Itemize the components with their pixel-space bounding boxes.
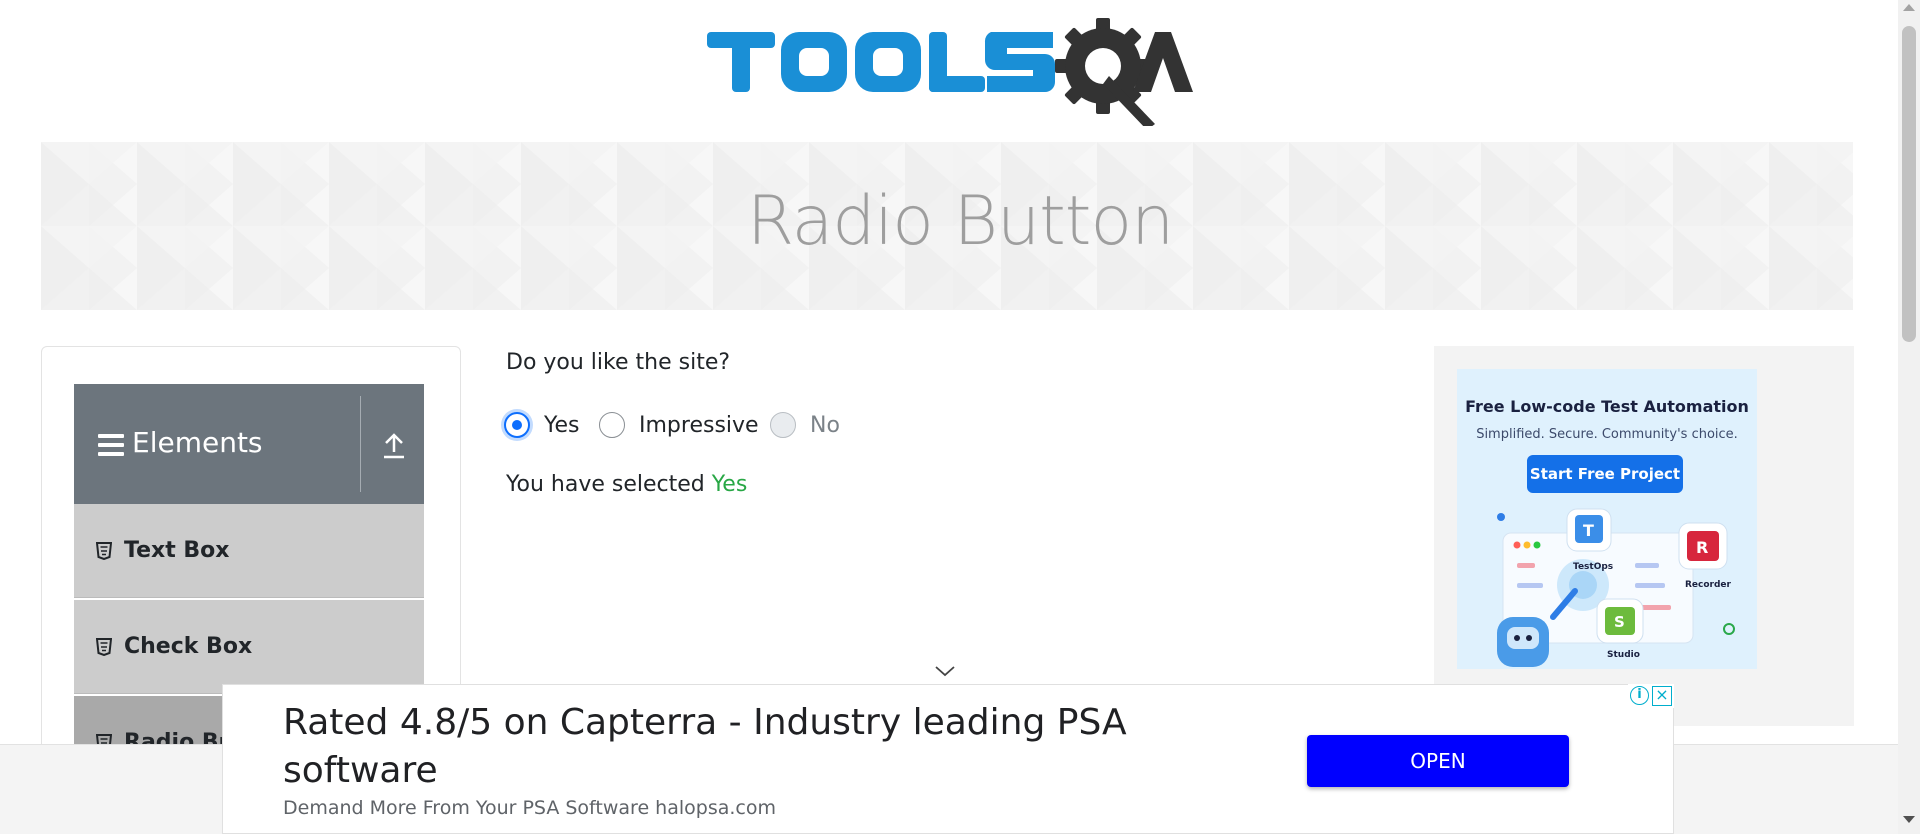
html5-icon <box>96 638 112 656</box>
bottom-ad[interactable]: Rated 4.8/5 on Capterra - Industry leadi… <box>222 684 1674 834</box>
header-divider <box>360 396 361 492</box>
collapse-up-icon[interactable] <box>382 432 406 460</box>
open-button[interactable]: OPEN <box>1307 735 1569 787</box>
ad-close-icon[interactable]: × <box>1652 686 1672 706</box>
side-ad-title: Free Low-code Test Automation <box>1465 397 1749 416</box>
result-value: Yes <box>711 472 748 497</box>
svg-text:T: T <box>1583 521 1594 540</box>
radio-yes-control[interactable] <box>504 412 530 438</box>
selection-result: You have selected Yes <box>506 472 747 497</box>
side-ad-subtitle: Simplified. Secure. Community's choice. <box>1476 427 1738 442</box>
sidebar-item-text-box[interactable]: Text Box <box>74 504 424 598</box>
testops-label: TestOps <box>1573 562 1614 572</box>
recorder-label: Recorder <box>1685 580 1731 590</box>
bottom-ad-headline[interactable]: Rated 4.8/5 on Capterra - Industry leadi… <box>283 699 1183 795</box>
svg-text:R: R <box>1696 538 1708 557</box>
sidebar-group-title: Elements <box>132 426 263 459</box>
sidebar-item-label: Check Box <box>124 634 253 659</box>
radio-impressive[interactable]: Impressive <box>599 411 759 439</box>
sidebar-group-elements[interactable]: Elements <box>74 384 424 504</box>
ad-choices[interactable]: i × <box>1628 684 1674 708</box>
radio-no: No <box>770 411 840 439</box>
page-title: Radio Button <box>746 182 1174 261</box>
scroll-thumb[interactable] <box>1902 26 1916 342</box>
ad-info-icon[interactable]: i <box>1630 686 1649 705</box>
radio-question: Do you like the site? <box>506 350 731 375</box>
side-ad[interactable]: Free Low-code Test Automation Simplified… <box>1457 369 1757 669</box>
hamburger-icon <box>98 434 124 456</box>
studio-label: Studio <box>1607 650 1640 660</box>
toolsqa-logo[interactable] <box>705 14 1195 130</box>
radio-yes[interactable]: Yes <box>504 411 580 439</box>
radio-no-label: No <box>810 412 840 438</box>
bottom-ad-subline[interactable]: Demand More From Your PSA Software halop… <box>283 797 776 819</box>
radio-impressive-label[interactable]: Impressive <box>639 413 759 438</box>
radio-no-control <box>770 412 796 438</box>
vertical-scrollbar[interactable] <box>1898 0 1920 834</box>
sidebar-item-label: Text Box <box>124 538 230 563</box>
radio-yes-label[interactable]: Yes <box>544 413 580 438</box>
svg-text:S: S <box>1614 613 1625 631</box>
radio-impressive-control[interactable] <box>599 412 625 438</box>
chevron-down-icon[interactable] <box>934 664 956 678</box>
result-prefix: You have selected <box>506 472 705 497</box>
start-free-project-button[interactable]: Start Free Project <box>1527 455 1683 493</box>
sidebar-item-check-box[interactable]: Check Box <box>74 600 424 694</box>
scroll-up-arrow-icon[interactable] <box>1903 4 1915 11</box>
scroll-down-arrow-icon[interactable] <box>1903 816 1915 823</box>
html5-icon <box>96 542 112 560</box>
page: Radio Button Elements Text Box Check Box… <box>0 0 1920 834</box>
